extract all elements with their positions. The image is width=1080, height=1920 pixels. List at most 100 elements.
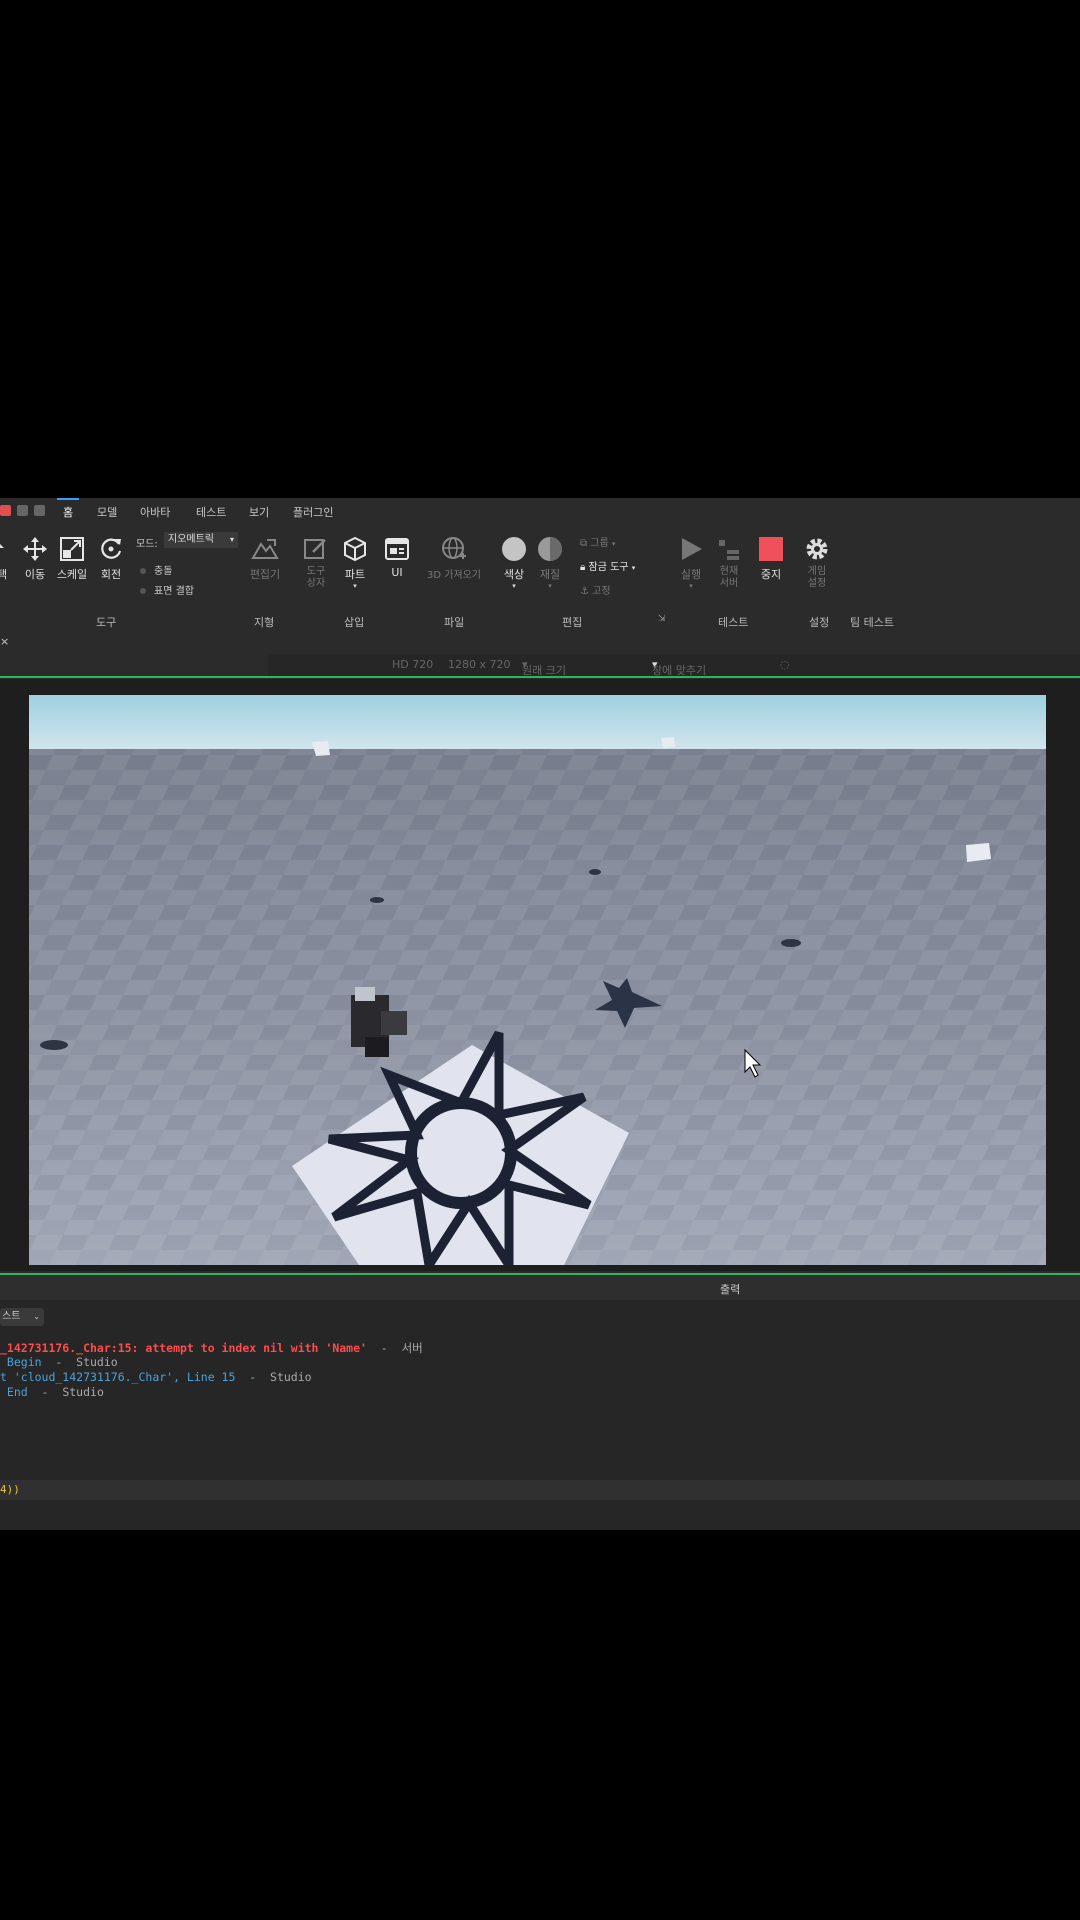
output-line-error: _142731176._Char:15: attempt to index ni…	[0, 1341, 423, 1355]
scale-icon	[60, 537, 84, 561]
material-button[interactable]: 재질 ▾	[536, 536, 564, 590]
import-3d-label: 3D 가져오기	[426, 570, 482, 581]
rotate-label: 회전	[100, 568, 122, 581]
lock-icon: 🔒︎	[580, 562, 586, 573]
toolbox-button[interactable]: 도구 상자	[300, 536, 332, 590]
import-3d-button[interactable]: 3D 가져오기	[424, 536, 484, 581]
white-part	[661, 737, 675, 748]
group-label-tools: 도구	[96, 616, 117, 629]
cursor-icon	[0, 544, 4, 548]
scale-label: 스케일	[56, 568, 88, 581]
resolution-label[interactable]: HD 720	[392, 658, 433, 671]
move-button[interactable]: 이동	[20, 536, 50, 582]
lock-tool-label: 잠금 도구	[588, 562, 629, 573]
roblox-studio-window: 홈 모델 아바타 테스트 보기 플러그인 택 이동 스케일 회전 모드: 지오메…	[0, 498, 1080, 1530]
size-label: 1280 x 720	[448, 658, 511, 671]
output-filter-label: 스트	[2, 1311, 21, 1322]
play-label: 실행	[680, 568, 702, 581]
ui-frame-icon	[385, 538, 409, 560]
color-button[interactable]: 색상 ▾	[500, 536, 528, 590]
part-label: 파트	[344, 568, 366, 581]
output-source: - Studio	[41, 1355, 118, 1369]
select-tool[interactable]: 택	[0, 536, 8, 582]
viewport-top-border	[0, 676, 1080, 678]
chevron-down-icon: ▾	[548, 582, 552, 590]
rotate-button[interactable]: 회전	[96, 536, 126, 582]
ui-button[interactable]: UI	[382, 536, 412, 579]
stop-button[interactable]: 중지	[756, 536, 786, 582]
rotate-icon	[101, 538, 122, 559]
chevron-down-icon: ▾	[611, 540, 616, 548]
ribbon-toolbar: 택 이동 스케일 회전 모드: 지오메트릭 ▾ 충돌 표면 결합 도구 편집기 …	[0, 526, 1080, 633]
collision-label: 충돌	[154, 566, 173, 577]
command-bar[interactable]: 4))	[0, 1480, 1080, 1500]
collision-toggle[interactable]: 충돌	[140, 562, 172, 577]
game-viewport[interactable]	[29, 695, 1046, 1265]
ratio-dropdown[interactable]: 원래 크기 ▾	[522, 658, 566, 677]
group-label-terrain: 지형	[254, 616, 275, 629]
app-icon[interactable]	[0, 505, 11, 516]
toggle-dot-icon	[140, 588, 146, 594]
scale-button[interactable]: 스케일	[54, 536, 90, 582]
group-button[interactable]: ⧉ 그룹 ▾	[580, 534, 615, 549]
output-panel-header: 출력	[0, 1276, 1080, 1300]
tab-avatar[interactable]: 아바타	[140, 504, 170, 520]
game-scene	[29, 695, 1046, 1265]
tab-model[interactable]: 모델	[97, 504, 117, 520]
group-label-team-test: 팀 테스트	[850, 616, 894, 629]
mode-label: 모드:	[136, 539, 158, 550]
expand-icon[interactable]: ⇲	[658, 614, 666, 624]
current-server-button[interactable]: 현재 서버	[714, 536, 744, 590]
output-line: End - Studio	[0, 1385, 104, 1399]
anchor-button[interactable]: ⚓︎ 고정	[580, 582, 611, 597]
anchor-icon: ⚓︎	[580, 586, 589, 597]
chevron-down-icon: ▾	[353, 582, 357, 590]
fit-dropdown[interactable]: 창에 맞추기 ▾	[652, 658, 706, 677]
scorch-mark	[40, 1040, 68, 1050]
join-surfaces-toggle[interactable]: 표면 결합	[140, 582, 194, 597]
anchor-label: 고정	[592, 586, 611, 597]
group-label-insert: 삽입	[344, 616, 365, 629]
globe-import-icon	[442, 537, 466, 559]
ui-label: UI	[391, 566, 403, 579]
lock-tool-button[interactable]: 🔒︎ 잠금 도구 ▾	[580, 558, 635, 573]
command-input-text: 4))	[0, 1483, 20, 1496]
menu-bar: 홈 모델 아바타 테스트 보기 플러그인	[0, 498, 1080, 526]
chevron-down-icon: ▾	[631, 564, 636, 572]
sky	[29, 695, 1046, 753]
tab-plugins[interactable]: 플러그인	[293, 504, 333, 520]
color-circle-icon	[502, 537, 526, 561]
group-label-settings: 설정	[809, 616, 830, 629]
output-filter-dropdown[interactable]: 스트 ⌄	[0, 1308, 44, 1326]
play-button[interactable]: 실행 ▾	[676, 536, 706, 590]
tab-test[interactable]: 테스트	[196, 504, 226, 520]
material-sphere-icon	[538, 537, 562, 561]
scorch-mark	[370, 897, 384, 903]
group-label-file: 파일	[444, 616, 465, 629]
group-label: 그룹	[590, 538, 609, 549]
output-line: t 'cloud_142731176._Char', Line 15 - Stu…	[0, 1370, 312, 1384]
document-tab-strip: ×	[0, 632, 1080, 654]
game-settings-button[interactable]: 게임 설정	[802, 536, 832, 590]
move-arrows-icon	[23, 537, 47, 561]
chevron-down-icon: ▾	[689, 582, 693, 590]
menu-icon[interactable]	[34, 505, 45, 516]
part-button[interactable]: 파트 ▾	[340, 536, 370, 590]
output-source: - Studio	[235, 1370, 312, 1384]
group-label-edit: 편집	[562, 616, 583, 629]
chevron-down-icon: ▾	[512, 582, 516, 590]
white-part	[966, 843, 991, 862]
output-source: - 서버	[366, 1341, 423, 1355]
rotate-device-icon[interactable]: ◌	[780, 658, 790, 671]
output-panel: 스트 ⌄ _142731176._Char:15: attempt to ind…	[0, 1300, 1080, 1480]
stop-icon	[759, 537, 783, 561]
mode-dropdown[interactable]: 지오메트릭 ▾	[164, 532, 238, 548]
terrain-editor-button[interactable]: 편집기	[247, 536, 283, 582]
tab-home[interactable]: 홈	[56, 498, 80, 520]
file-icon[interactable]	[17, 505, 28, 516]
terrain-editor-label: 편집기	[249, 568, 281, 581]
close-icon[interactable]: ×	[0, 635, 9, 648]
play-icon	[682, 538, 702, 560]
tab-view[interactable]: 보기	[249, 504, 269, 520]
material-label: 재질	[539, 568, 561, 581]
